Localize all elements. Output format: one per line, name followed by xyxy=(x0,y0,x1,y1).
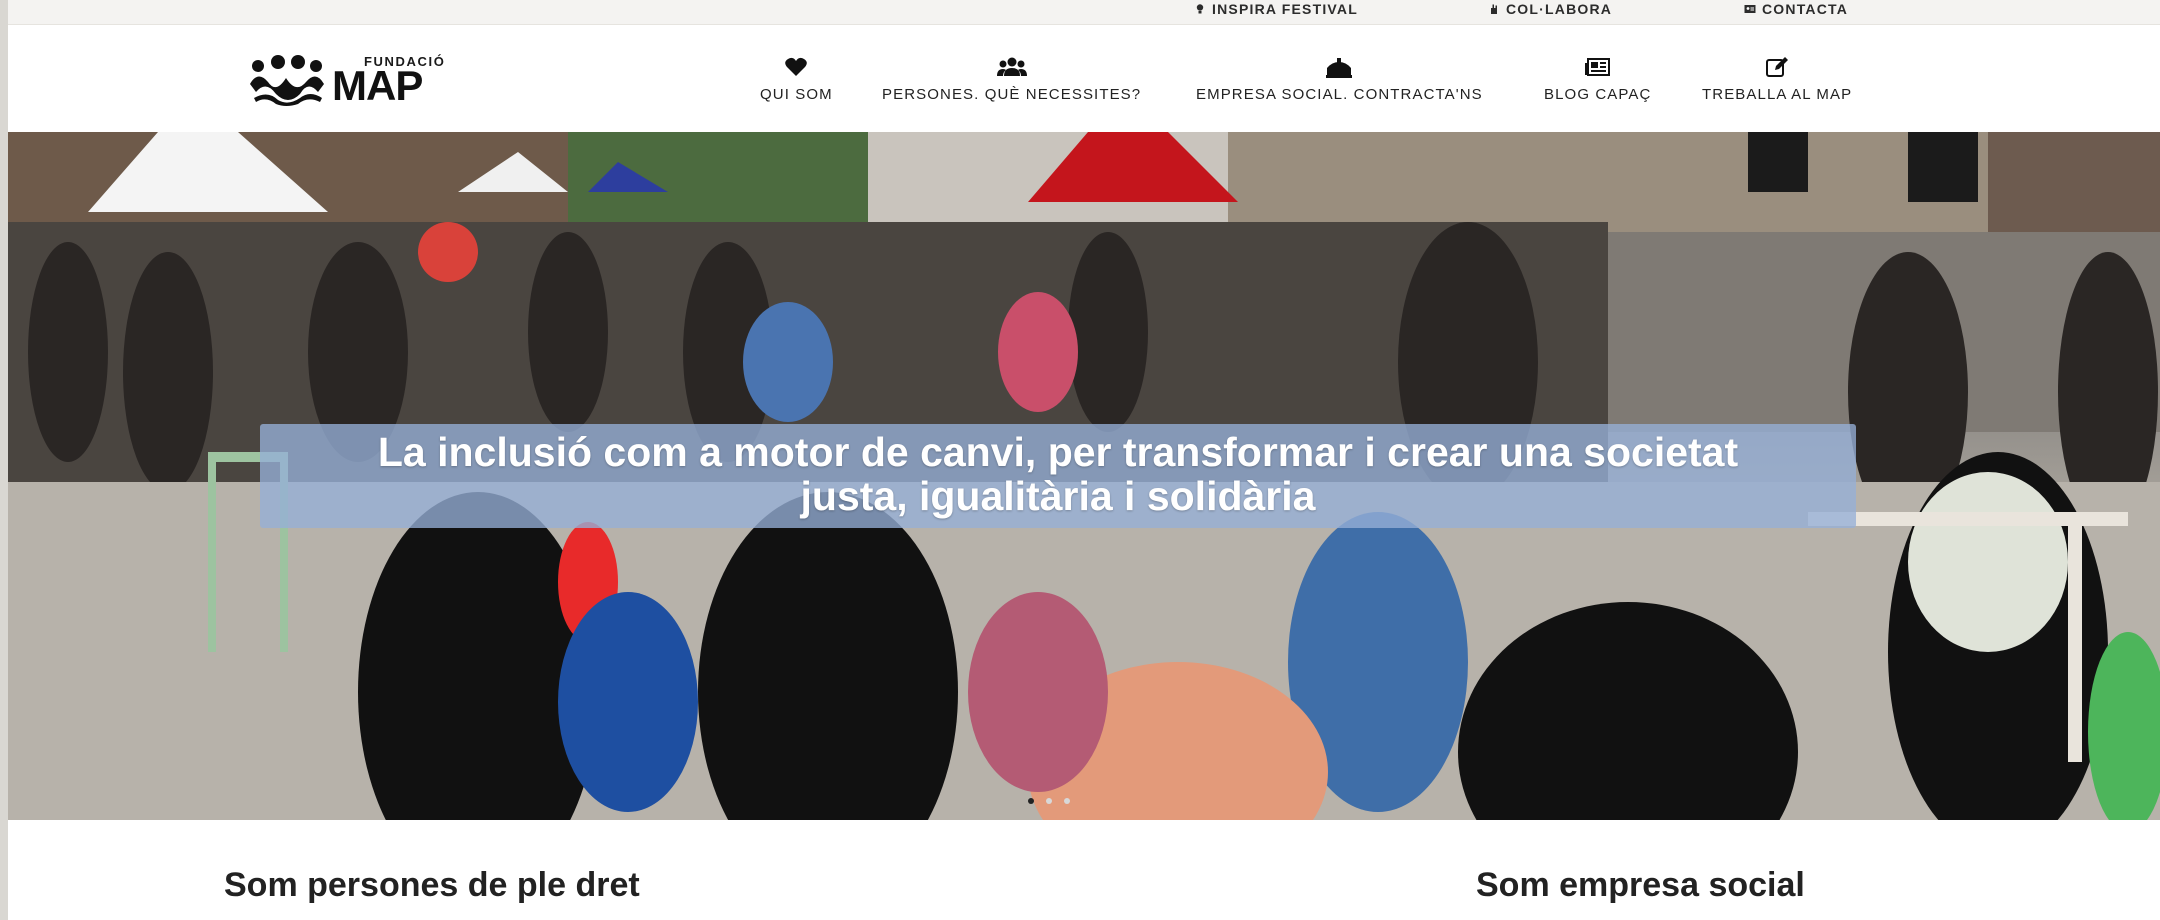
industry-icon xyxy=(1326,58,1353,78)
site-header: FUNDACIÓ MAP QUI SOM PERSONES. QUÈ NECES… xyxy=(8,26,2160,132)
edit-icon xyxy=(1766,57,1789,77)
nav-item-persones[interactable]: PERSONES. QUÈ NECESSITES? xyxy=(882,56,1141,103)
nav-item-label: QUI SOM xyxy=(760,86,833,103)
slider-dot[interactable] xyxy=(1046,798,1052,804)
nav-item-label: PERSONES. QUÈ NECESSITES? xyxy=(882,86,1142,103)
topbar-link-collabora[interactable]: COL·LABORA xyxy=(1488,0,1612,18)
slider-dot[interactable] xyxy=(1064,798,1070,804)
nav-item-label: TREBALLA AL MAP xyxy=(1702,86,1853,103)
heart-icon xyxy=(785,57,808,76)
utility-bar: INSPIRA FESTIVAL COL·LABORA CONTACTA xyxy=(8,0,2160,25)
hero-caption: La inclusió com a motor de canvi, per tr… xyxy=(260,424,1856,528)
section-title-persones: Som persones de ple dret xyxy=(224,866,640,904)
lightbulb-icon xyxy=(1196,4,1204,14)
nav-item-qui-som[interactable]: QUI SOM xyxy=(760,56,833,103)
hero-caption-line1: La inclusió com a motor de canvi, per tr… xyxy=(377,429,1739,475)
nav-item-blog-capac[interactable]: BLOG CAPAÇ xyxy=(1544,56,1651,103)
topbar-link-inspira-festival[interactable]: INSPIRA FESTIVAL xyxy=(1194,0,1358,18)
address-card-icon xyxy=(1744,5,1756,13)
users-icon xyxy=(996,57,1027,76)
hero-caption-line2: justa, igualitària i solidària xyxy=(800,473,1316,519)
slider-dot[interactable] xyxy=(1028,798,1034,804)
nav-item-treballa-al-map[interactable]: TREBALLA AL MAP xyxy=(1702,56,1852,103)
logo-wordmark: FUNDACIÓ MAP xyxy=(332,52,452,108)
page-frame: INSPIRA FESTIVAL COL·LABORA CONTACTA FUN… xyxy=(8,0,2160,920)
slider-dots xyxy=(1028,798,1070,804)
nav-item-label: BLOG CAPAÇ xyxy=(1544,86,1652,103)
nav-item-label: EMPRESA SOCIAL. CONTRACTA'NS xyxy=(1196,86,1483,103)
topbar-link-contacta[interactable]: CONTACTA xyxy=(1744,0,1848,18)
people-group-logo xyxy=(250,55,324,106)
topbar-link-label: CONTACTA xyxy=(1762,1,1849,17)
nav-item-empresa-social[interactable]: EMPRESA SOCIAL. CONTRACTA'NS xyxy=(1196,56,1483,103)
topbar-link-label: INSPIRA FESTIVAL xyxy=(1212,1,1358,17)
newspaper-icon xyxy=(1584,58,1610,76)
section-title-empresa-social: Som empresa social xyxy=(1476,866,1805,904)
hero-slider[interactable]: La inclusió com a motor de canvi, per tr… xyxy=(8,132,2160,820)
topbar-link-label: COL·LABORA xyxy=(1506,1,1613,17)
hand-icon xyxy=(1491,4,1497,14)
logo-title: MAP xyxy=(332,62,423,109)
site-logo[interactable]: FUNDACIÓ MAP xyxy=(248,52,452,108)
